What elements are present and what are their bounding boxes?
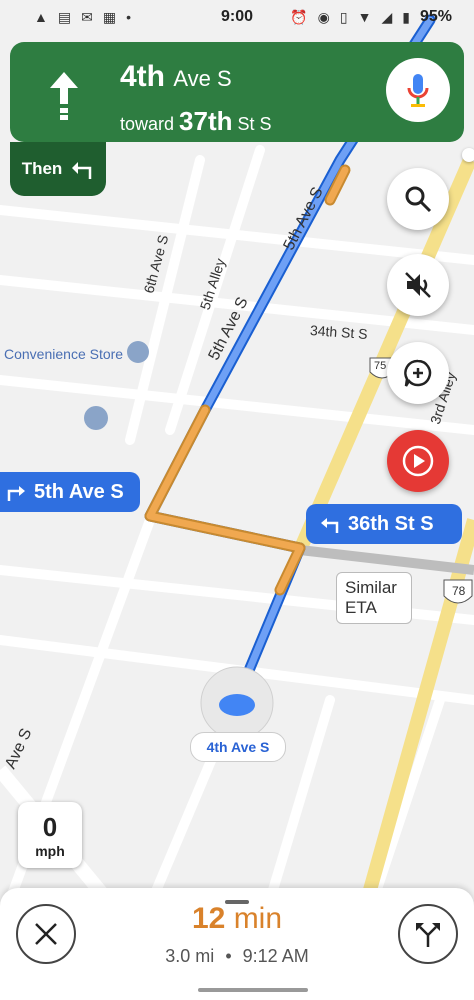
- trip-distance: 3.0 mi: [165, 946, 215, 966]
- banner-street: 4th Ave S: [120, 60, 232, 94]
- status-time: 9:00: [220, 8, 254, 25]
- turn-callout-5th-ave[interactable]: 5th Ave S: [0, 472, 140, 512]
- search-icon: [405, 186, 432, 213]
- similar-eta-bubble[interactable]: Similar ETA: [336, 572, 412, 624]
- alternate-routes-button[interactable]: [398, 904, 458, 964]
- callout-label: 36th St S: [348, 512, 434, 535]
- turn-left-icon: [72, 162, 92, 179]
- alternate-route-icon: [416, 923, 440, 947]
- then-label: Then: [21, 159, 63, 178]
- speed-value: 0: [42, 812, 58, 842]
- speedometer: 0 mph: [18, 802, 82, 868]
- toward-suffix: St S: [237, 114, 272, 134]
- status-bar: 9:00 ▲ ▤ ✉ ▦ • ⏰ ◉ ▯ ▼ ◢ ▮ 95%: [0, 0, 474, 34]
- callout-label: 5th Ave S: [34, 480, 124, 503]
- mute-button[interactable]: [387, 254, 449, 316]
- duration-value: 12: [191, 902, 226, 935]
- gesture-bar[interactable]: [198, 988, 308, 992]
- search-button[interactable]: [387, 168, 449, 230]
- turn-right-icon: [7, 486, 25, 501]
- turn-callout-36th-st[interactable]: 36th St S: [306, 504, 462, 544]
- add-report-button[interactable]: [387, 342, 449, 404]
- voice-search-button[interactable]: [386, 58, 450, 122]
- poi-label[interactable]: Convenience Store: [4, 346, 123, 362]
- current-street-label: 4th Ave S: [190, 732, 286, 762]
- trip-bottom-sheet[interactable]: 12 min 3.0 mi • 9:12 AM: [0, 888, 474, 1000]
- route-shield-label: 78: [452, 584, 466, 598]
- route-shield-label: 75: [374, 360, 387, 372]
- eta-line2: ETA: [345, 598, 377, 617]
- then-indicator[interactable]: Then: [10, 142, 106, 196]
- mute-icon: [405, 272, 431, 298]
- youtube-music-button[interactable]: [387, 430, 449, 492]
- arrival-time: 9:12 AM: [242, 946, 309, 966]
- straight-arrow-icon: [50, 72, 78, 120]
- trip-separator: •: [225, 946, 232, 966]
- turn-left-icon: [321, 518, 339, 533]
- mic-icon: [407, 74, 429, 107]
- navigation-banner[interactable]: 4th Ave S toward 37th St S: [10, 42, 464, 142]
- toward-street: 37th: [179, 106, 233, 136]
- add-report-icon: [404, 359, 432, 387]
- youtube-music-icon: [402, 445, 434, 477]
- collapse-handle[interactable]: [462, 148, 474, 162]
- toward-prefix: toward: [120, 114, 175, 134]
- speed-unit: mph: [35, 843, 65, 859]
- eta-line1: Similar: [345, 578, 397, 597]
- duration-unit: min: [233, 902, 283, 935]
- banner-toward: toward 37th St S: [120, 106, 272, 137]
- banner-street-suffix: Ave S: [173, 66, 232, 91]
- banner-street-name: 4th: [120, 60, 165, 93]
